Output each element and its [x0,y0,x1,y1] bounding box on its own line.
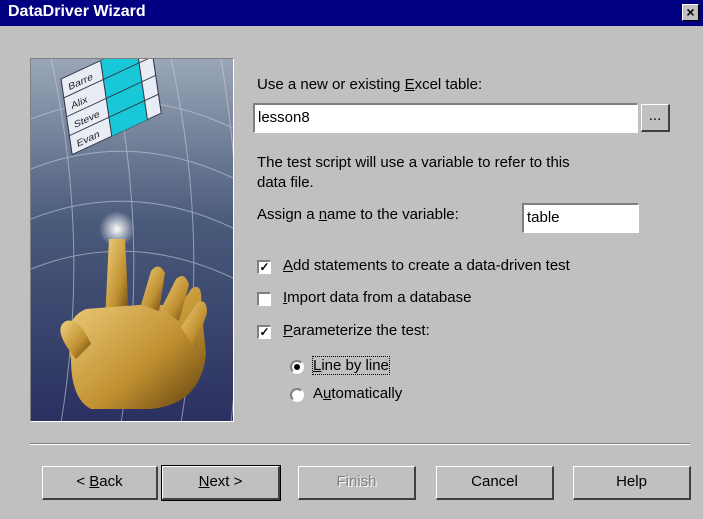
back-mnemonic: B [89,473,100,490]
check-icon: ✓ [259,325,270,339]
automatically-label[interactable]: Automatically [313,385,402,402]
back-pre: < [76,473,90,490]
help-label: Help [616,473,647,490]
excel-table-input[interactable]: lesson8 [253,103,638,133]
import-data-text: mport data from a database [287,289,472,306]
excel-label-pre: Use a new or existing [257,76,405,93]
parameterize-label[interactable]: Parameterize the test: [283,322,430,339]
close-icon: × [686,4,695,20]
excel-label-mnemonic: E [404,76,415,93]
import-data-checkbox[interactable] [257,292,271,306]
add-statements-label[interactable]: Add statements to create a data-driven t… [283,257,570,274]
cancel-label: Cancel [471,473,518,490]
cancel-button[interactable]: Cancel [436,466,554,500]
help-button[interactable]: Help [573,466,691,500]
parameterize-text: arameterize the test: [293,322,430,339]
parameterize-mnemonic: P [283,322,294,339]
excel-label-post: xcel table: [414,76,483,93]
wizard-illustration-svg: Barre Alix Steve Evan [31,59,233,421]
parameterize-checkbox[interactable]: ✓ [257,325,271,339]
add-statements-checkbox[interactable]: ✓ [257,260,271,274]
automatically-radio[interactable] [290,388,304,402]
wizard-illustration: Barre Alix Steve Evan [30,58,234,422]
finish-label: Finish [336,473,377,490]
variable-name-input[interactable]: table [522,203,639,233]
automatically-text: tomatically [331,385,403,402]
line-by-line-label[interactable]: Line by line [312,356,390,375]
separator-highlight [30,444,690,445]
window-title: DataDriver Wizard [8,3,146,20]
line-by-line-text: ine by line [321,357,389,374]
close-button[interactable]: × [682,4,699,21]
back-button[interactable]: < Back [42,466,158,500]
variable-label-pre: Assign a [257,206,319,223]
line-by-line-radio[interactable] [290,360,304,374]
variable-description: The test script will use a variable to r… [257,154,570,191]
excel-table-label: Use a new or existing Excel table: [257,76,482,93]
back-text: ack [99,473,123,490]
variable-label-mnemonic: n [318,206,328,223]
radio-selected-dot [294,364,300,370]
automatically-pre: A [313,385,324,402]
browse-label: ... [648,107,662,124]
import-data-label[interactable]: Import data from a database [283,289,471,306]
next-button[interactable]: Next > [161,465,281,501]
browse-button[interactable]: ... [641,104,670,132]
add-statements-mnemonic: A [283,257,294,274]
add-statements-text: dd statements to create a data-driven te… [293,257,570,274]
variable-label-post: ame to the variable: [327,206,459,223]
check-icon: ✓ [259,260,270,274]
next-mnemonic: N [198,473,210,490]
finish-button[interactable]: Finish [298,466,416,500]
next-text: ext > [209,473,243,490]
title-bar: DataDriver Wizard × [0,0,703,26]
variable-name-label: Assign a name to the variable: [257,206,459,223]
